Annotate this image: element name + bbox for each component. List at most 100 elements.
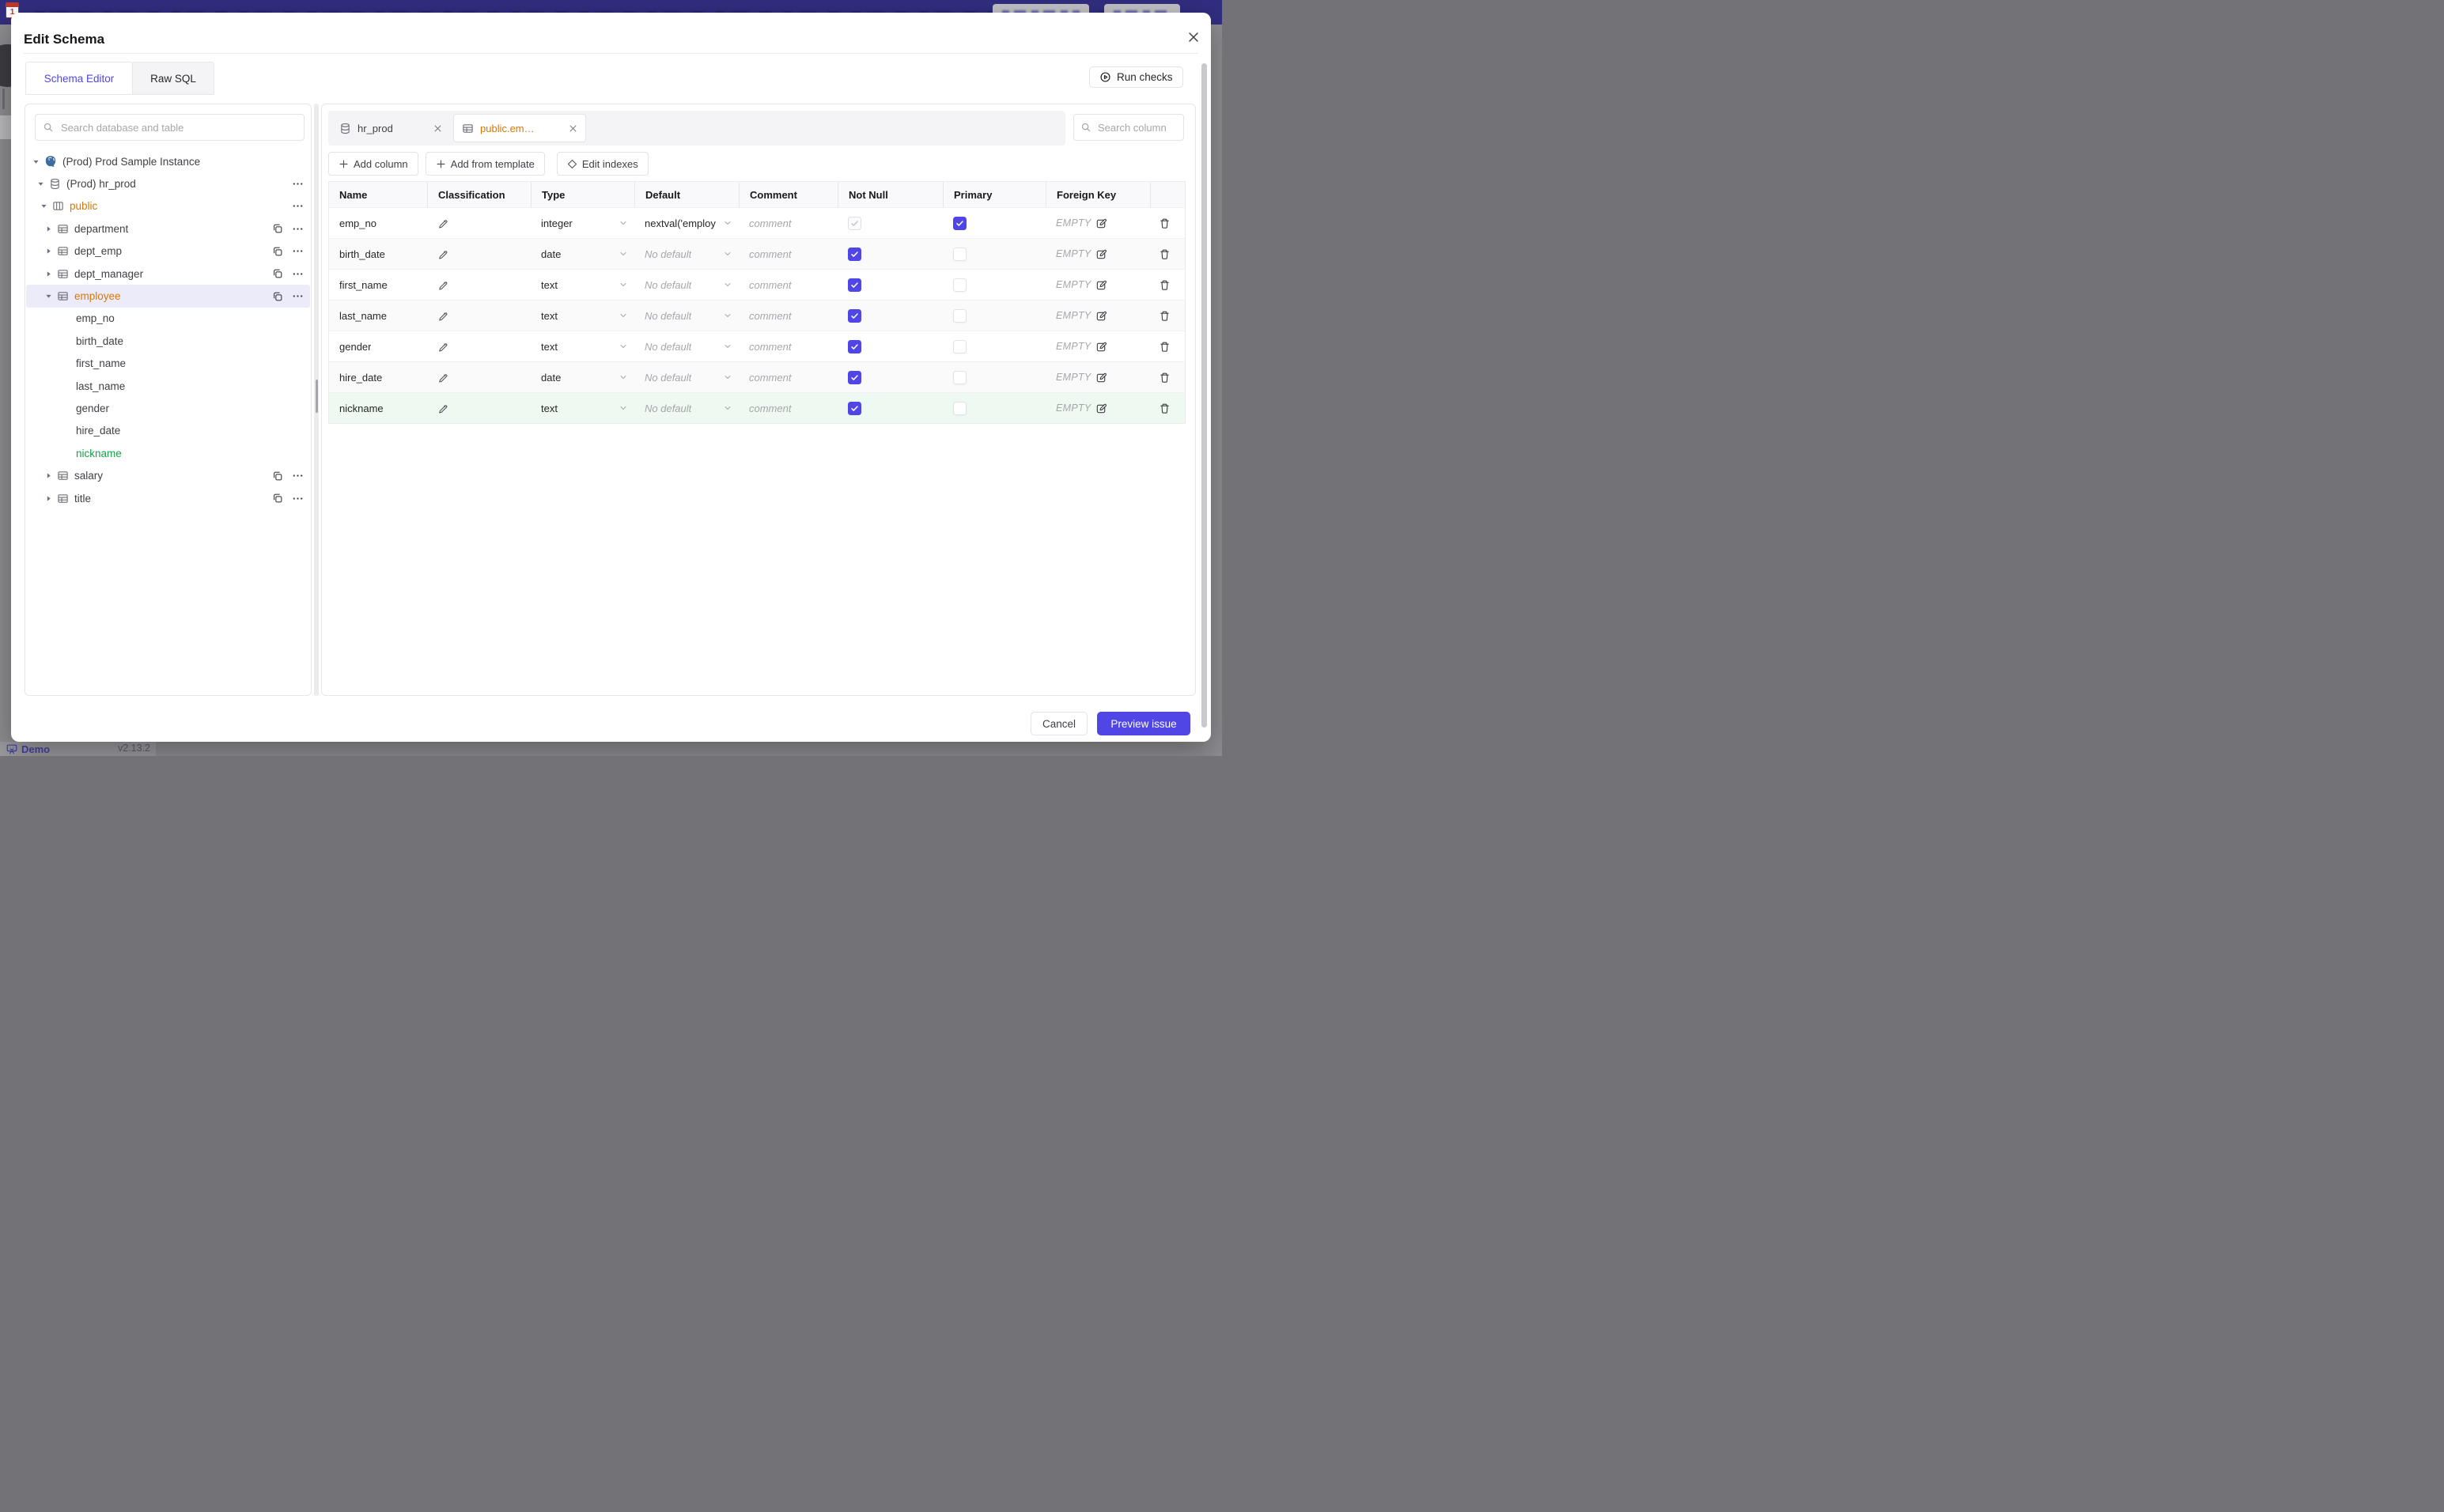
not-null-checkbox[interactable] bbox=[848, 370, 861, 384]
pencil-icon[interactable] bbox=[437, 248, 448, 259]
tree-item-first_name[interactable]: first_name bbox=[26, 353, 310, 375]
trash-icon[interactable] bbox=[1159, 279, 1171, 291]
caret-down-icon[interactable] bbox=[40, 202, 47, 210]
close-icon[interactable] bbox=[433, 124, 442, 133]
ellipsis-icon[interactable] bbox=[292, 245, 304, 257]
default-select[interactable]: No default bbox=[634, 331, 739, 361]
tree-item-nickname[interactable]: nickname bbox=[26, 442, 310, 464]
type-select[interactable]: text bbox=[531, 331, 634, 361]
tab-raw-sql[interactable]: Raw SQL bbox=[132, 62, 214, 95]
tree-item-hire_date[interactable]: hire_date bbox=[26, 420, 310, 442]
type-select[interactable]: text bbox=[531, 393, 634, 423]
tree-item-emp_no[interactable]: emp_no bbox=[26, 308, 310, 330]
default-select[interactable]: No default bbox=[634, 239, 739, 269]
type-select[interactable]: text bbox=[531, 270, 634, 300]
pencil-icon[interactable] bbox=[437, 310, 448, 321]
default-select[interactable]: nextval('employ bbox=[634, 208, 739, 238]
editor-tab-public-em-[interactable]: public.em… bbox=[453, 114, 586, 142]
not-null-checkbox[interactable] bbox=[848, 216, 861, 230]
caret-right-icon[interactable] bbox=[44, 225, 52, 232]
default-select[interactable]: No default bbox=[634, 362, 739, 392]
name-cell[interactable]: birth_date bbox=[329, 239, 427, 269]
caret-right-icon[interactable] bbox=[44, 495, 52, 502]
edit-square-icon[interactable] bbox=[1095, 372, 1107, 384]
name-cell[interactable]: nickname bbox=[329, 393, 427, 423]
copy-icon[interactable] bbox=[272, 246, 283, 257]
ellipsis-icon[interactable] bbox=[292, 223, 304, 235]
primary-checkbox[interactable] bbox=[953, 401, 967, 415]
edit-indexes-button[interactable]: Edit indexes bbox=[556, 152, 649, 176]
caret-right-icon[interactable] bbox=[44, 270, 52, 278]
primary-checkbox[interactable] bbox=[953, 247, 967, 261]
not-null-checkbox[interactable] bbox=[848, 247, 861, 261]
add-from-template-button[interactable]: Add from template bbox=[425, 152, 545, 176]
ellipsis-icon[interactable] bbox=[292, 470, 304, 482]
trash-icon[interactable] bbox=[1159, 341, 1171, 353]
pencil-icon[interactable] bbox=[437, 372, 448, 383]
default-select[interactable]: No default bbox=[634, 270, 739, 300]
ellipsis-icon[interactable] bbox=[292, 200, 304, 212]
name-cell[interactable]: last_name bbox=[329, 301, 427, 331]
primary-checkbox[interactable] bbox=[953, 370, 967, 384]
caret-right-icon[interactable] bbox=[44, 248, 52, 255]
trash-icon[interactable] bbox=[1159, 310, 1171, 322]
type-select[interactable]: date bbox=[531, 239, 634, 269]
tree-item-dept_emp[interactable]: dept_emp bbox=[26, 240, 310, 263]
caret-down-icon[interactable] bbox=[32, 158, 40, 165]
edit-square-icon[interactable] bbox=[1095, 217, 1107, 229]
preview-issue-button[interactable]: Preview issue bbox=[1097, 712, 1190, 735]
edit-square-icon[interactable] bbox=[1095, 341, 1107, 353]
type-select[interactable]: date bbox=[531, 362, 634, 392]
tree-item-gender[interactable]: gender bbox=[26, 397, 310, 419]
comment-input[interactable]: comment bbox=[739, 393, 838, 423]
panel-resizer[interactable] bbox=[314, 104, 319, 696]
type-select[interactable]: integer bbox=[531, 208, 634, 238]
edit-square-icon[interactable] bbox=[1095, 279, 1107, 291]
edit-square-icon[interactable] bbox=[1095, 248, 1107, 260]
trash-icon[interactable] bbox=[1159, 248, 1171, 260]
comment-input[interactable]: comment bbox=[739, 239, 838, 269]
pencil-icon[interactable] bbox=[437, 341, 448, 352]
caret-down-icon[interactable] bbox=[36, 180, 44, 187]
edit-square-icon[interactable] bbox=[1095, 310, 1107, 322]
tab-schema-editor[interactable]: Schema Editor bbox=[25, 62, 133, 95]
not-null-checkbox[interactable] bbox=[848, 308, 861, 323]
tree-scrollbar-thumb[interactable] bbox=[315, 380, 318, 413]
name-cell[interactable]: gender bbox=[329, 331, 427, 361]
edit-square-icon[interactable] bbox=[1095, 403, 1107, 414]
primary-checkbox[interactable] bbox=[953, 278, 967, 292]
tree-item--prod-hr_prod[interactable]: (Prod) hr_prod bbox=[26, 172, 310, 195]
copy-icon[interactable] bbox=[272, 291, 283, 302]
comment-input[interactable]: comment bbox=[739, 301, 838, 331]
copy-icon[interactable] bbox=[272, 223, 283, 234]
copy-icon[interactable] bbox=[272, 471, 283, 482]
tree-item-dept_manager[interactable]: dept_manager bbox=[26, 263, 310, 285]
tree-item-title[interactable]: title bbox=[26, 487, 310, 509]
caret-right-icon[interactable] bbox=[44, 472, 52, 479]
tree-item--prod-prod-sample-instance[interactable]: (Prod) Prod Sample Instance bbox=[26, 150, 310, 172]
close-icon[interactable] bbox=[1185, 28, 1202, 46]
not-null-checkbox[interactable] bbox=[848, 401, 861, 415]
name-cell[interactable]: emp_no bbox=[329, 208, 427, 238]
tree-search-input[interactable] bbox=[59, 120, 297, 134]
cancel-button[interactable]: Cancel bbox=[1031, 712, 1088, 735]
column-search-input[interactable] bbox=[1096, 120, 1175, 134]
primary-checkbox[interactable] bbox=[953, 216, 967, 230]
tree-item-salary[interactable]: salary bbox=[26, 464, 310, 486]
ellipsis-icon[interactable] bbox=[292, 493, 304, 505]
comment-input[interactable]: comment bbox=[739, 270, 838, 300]
modal-scrollbar-thumb[interactable] bbox=[1201, 63, 1207, 728]
trash-icon[interactable] bbox=[1159, 372, 1171, 384]
pencil-icon[interactable] bbox=[437, 217, 448, 229]
tree-item-public[interactable]: public bbox=[26, 195, 310, 217]
tree-item-last_name[interactable]: last_name bbox=[26, 375, 310, 397]
caret-down-icon[interactable] bbox=[44, 293, 52, 300]
close-icon[interactable] bbox=[569, 124, 577, 133]
not-null-checkbox[interactable] bbox=[848, 339, 861, 353]
name-cell[interactable]: first_name bbox=[329, 270, 427, 300]
run-checks-button[interactable]: Run checks bbox=[1089, 66, 1183, 88]
tree-item-employee[interactable]: employee bbox=[26, 285, 310, 308]
copy-icon[interactable] bbox=[272, 493, 283, 504]
name-cell[interactable]: hire_date bbox=[329, 362, 427, 392]
trash-icon[interactable] bbox=[1159, 217, 1171, 229]
